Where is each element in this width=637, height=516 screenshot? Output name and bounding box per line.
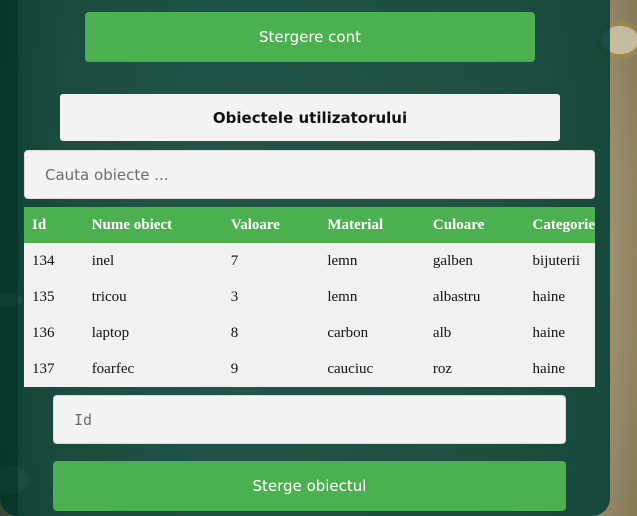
cell-name: foarfec [91, 360, 135, 377]
cell-name: tricou [91, 288, 127, 305]
cell-color: galben [432, 252, 473, 269]
cell-category: bijuterii [532, 252, 581, 269]
cell-value: 9 [230, 360, 239, 377]
cell-id: 135 [32, 288, 55, 305]
objects-title: Obiectele utilizatorului [60, 94, 560, 141]
objects-table: Id Nume obiect Valoare Material Culoare … [24, 207, 595, 387]
cell-value: 3 [230, 288, 239, 305]
column-header-value: Valoare [230, 216, 280, 233]
cell-name: laptop [91, 324, 130, 341]
table-header-row: Id Nume obiect Valoare Material Culoare … [24, 207, 595, 243]
cell-value: 7 [230, 252, 239, 269]
cell-material: cauciuc [327, 360, 374, 377]
cell-category: haine [532, 288, 566, 305]
cell-material: lemn [327, 288, 358, 305]
cell-id: 134 [32, 252, 55, 269]
column-header-category: Categorie [532, 216, 595, 233]
cell-color: roz [432, 360, 453, 377]
column-header-color: Culoare [432, 216, 485, 233]
column-header-name: Nume obiect [91, 216, 173, 233]
cell-material: lemn [327, 252, 358, 269]
cell-material: carbon [327, 324, 369, 341]
table-row[interactable]: 134 inel 7 lemn galben bijuterii [24, 243, 595, 279]
cell-value: 8 [230, 324, 239, 341]
delete-object-button[interactable]: Sterge obiectul [53, 461, 566, 511]
cell-id: 137 [32, 360, 55, 377]
table-row[interactable]: 137 foarfec 9 cauciuc roz haine [24, 351, 595, 387]
table-row[interactable]: 135 tricou 3 lemn albastru haine [24, 279, 595, 315]
main-panel: Stergere cont Obiectele utilizatorului I… [0, 0, 610, 516]
search-input[interactable] [24, 150, 595, 199]
cell-category: haine [532, 360, 566, 377]
cell-category: haine [532, 324, 566, 341]
cell-name: inel [91, 252, 115, 269]
column-header-material: Material [327, 216, 384, 233]
cell-color: albastru [432, 288, 481, 305]
cell-id: 136 [32, 324, 55, 341]
object-id-input[interactable] [53, 395, 566, 444]
delete-account-button[interactable]: Stergere cont [85, 12, 535, 62]
table-row[interactable]: 136 laptop 8 carbon alb haine [24, 315, 595, 351]
cell-color: alb [432, 324, 452, 341]
column-header-id: Id [32, 216, 47, 233]
